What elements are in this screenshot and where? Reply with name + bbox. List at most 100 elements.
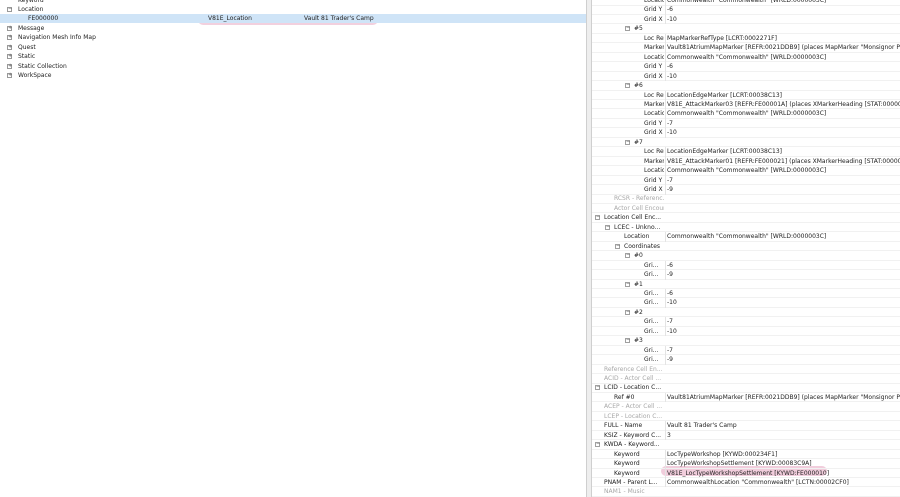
detail-row-value: MapMarkerRefType [LCRT:0002271F]: [665, 33, 777, 44]
expand-icon[interactable]: +: [7, 73, 12, 78]
detail-row[interactable]: LocationCommonwealth "Commonwealth" [WRL…: [592, 166, 900, 176]
expand-icon[interactable]: +: [7, 64, 12, 69]
tree-row[interactable]: + Static Collection: [0, 62, 586, 71]
tree-row[interactable]: FE000000 V81E_Location Vault 81 Trader's C…: [0, 14, 586, 23]
expand-icon[interactable]: +: [7, 54, 12, 59]
detail-row[interactable]: FULL - Name Vault 81 Trader's Camp: [592, 421, 900, 431]
detail-row[interactable]: Loc Ref Ty...MapMarkerRefType [LCRT:0002…: [592, 33, 900, 44]
detail-row[interactable]: − #3: [592, 336, 900, 346]
detail-row[interactable]: PNAM - Parent L... CommonwealthLocation "…: [592, 477, 900, 488]
detail-row[interactable]: Grid Y -7: [592, 175, 900, 186]
detail-row[interactable]: Marker V81E_AttackMarker01 [REFR:FE000021…: [592, 156, 900, 167]
detail-row-label: Grid Y: [644, 63, 663, 71]
detail-row[interactable]: − KWDA - Keyword...: [592, 440, 900, 450]
detail-row-label: Grid Y: [644, 6, 663, 14]
detail-row[interactable]: LocationCommonwealth "Commonwealth" [WRL…: [592, 232, 900, 242]
detail-row[interactable]: Loc Ref Ty...LocationEdgeMarker [LCRT:00…: [592, 90, 900, 100]
detail-row[interactable]: Grid Y -6: [592, 62, 900, 72]
collapse-icon[interactable]: −: [595, 215, 600, 221]
detail-row[interactable]: Gri... -10: [592, 326, 900, 337]
detail-row[interactable]: − LCID - Location C...: [592, 383, 900, 393]
detail-row-label: #5: [634, 25, 643, 33]
detail-row-value: -10: [665, 128, 677, 138]
tree-row[interactable]: + WorkSpace: [0, 71, 586, 80]
tree-row[interactable]: + Navigation Mesh Info Map: [0, 33, 586, 42]
detail-row[interactable]: Actor Cell Encoun...: [592, 204, 900, 214]
detail-row[interactable]: Keyword LocTypeWorkshopSettlement [KYWD:0…: [592, 459, 900, 469]
collapse-icon[interactable]: −: [625, 26, 630, 32]
detail-row[interactable]: Gri... -7: [592, 317, 900, 327]
tree-row[interactable]: − Location: [0, 5, 586, 14]
detail-row-label: Loc Ref Ty...: [644, 91, 664, 99]
detail-row[interactable]: RCSR - Referenc...: [592, 194, 900, 204]
detail-row[interactable]: − #7: [592, 138, 900, 148]
detail-row-label: Reference Cell En...: [604, 365, 663, 373]
detail-row[interactable]: − #5: [592, 24, 900, 34]
detail-row-label: Marker: [644, 157, 664, 165]
detail-row[interactable]: Marker V81E_AttackMarker03 [REFR:FE00001A…: [592, 99, 900, 110]
detail-row[interactable]: − #0: [592, 251, 900, 261]
detail-row-value: -7: [665, 118, 673, 129]
detail-row[interactable]: Gri... -6: [592, 260, 900, 271]
collapse-icon[interactable]: −: [595, 385, 600, 391]
detail-row[interactable]: ACEP - Actor Cell ...: [592, 402, 900, 412]
detail-row[interactable]: − Coordinates: [592, 242, 900, 252]
expand-icon[interactable]: +: [7, 26, 12, 31]
tree-row-label: Static: [18, 53, 36, 60]
detail-row[interactable]: Grid X -9: [592, 185, 900, 195]
detail-row[interactable]: Keyword V81E_LocTypeWorkshopSettlement [K…: [592, 468, 900, 478]
collapse-icon[interactable]: −: [595, 442, 600, 448]
expand-icon[interactable]: +: [7, 35, 12, 40]
detail-row[interactable]: LocationCommonwealth "Commonwealth" [WRL…: [592, 109, 900, 119]
detail-row[interactable]: Gri... -7: [592, 345, 900, 356]
collapse-icon[interactable]: −: [605, 224, 610, 230]
detail-row-label: Keyword: [614, 460, 640, 468]
collapse-icon[interactable]: −: [625, 281, 630, 287]
expand-icon[interactable]: +: [7, 45, 12, 50]
detail-row-value: Vault 81 Trader's Camp: [665, 421, 737, 431]
detail-row[interactable]: Grid X -10: [592, 14, 900, 25]
detail-row[interactable]: Grid X -10: [592, 128, 900, 138]
detail-row-label: #2: [634, 308, 643, 316]
collapse-icon[interactable]: −: [625, 253, 630, 259]
collapse-icon[interactable]: −: [625, 139, 630, 145]
detail-row[interactable]: Grid X -10: [592, 71, 900, 82]
detail-row[interactable]: Gri... -6: [592, 288, 900, 299]
detail-row[interactable]: Gri... -9: [592, 355, 900, 365]
detail-row-value: -7: [665, 317, 673, 327]
detail-row-value: -9: [665, 185, 673, 195]
detail-row[interactable]: Marker Vault81AtriumMapMarker [REFR:0021D…: [592, 43, 900, 53]
detail-row-value: V81E_LocTypeWorkshopSettlement [KYWD:FE0…: [665, 468, 830, 478]
detail-row[interactable]: − Location Cell Enc...: [592, 213, 900, 223]
detail-row[interactable]: Ref #0 Vault81AtriumMapMarker [REFR:0021D…: [592, 392, 900, 403]
detail-row-label: Gri...: [644, 261, 659, 269]
detail-row-value: -10: [665, 298, 677, 308]
detail-row[interactable]: KSIZ - Keyword C... 3: [592, 430, 900, 441]
detail-row[interactable]: Gri... -9: [592, 270, 900, 280]
tree-row[interactable]: + Message: [0, 24, 586, 33]
detail-row[interactable]: − LCEC - Unkno...: [592, 223, 900, 233]
collapse-icon[interactable]: −: [625, 338, 630, 344]
detail-row-value: -10: [665, 71, 677, 82]
detail-row[interactable]: NAM1 - Music: [592, 487, 900, 497]
collapse-icon[interactable]: −: [7, 7, 12, 12]
detail-row[interactable]: − #2: [592, 308, 900, 318]
detail-row[interactable]: Loc Ref Ty...LocationEdgeMarker [LCRT:00…: [592, 147, 900, 157]
detail-row[interactable]: ACID - Actor Cell ...: [592, 374, 900, 384]
detail-row[interactable]: Reference Cell En...: [592, 365, 900, 375]
detail-row[interactable]: Grid Y -6: [592, 5, 900, 15]
detail-row-label: Gri...: [644, 289, 659, 297]
collapse-icon[interactable]: −: [625, 309, 630, 315]
tree-row[interactable]: + Quest: [0, 43, 586, 52]
detail-row[interactable]: − #6: [592, 81, 900, 91]
detail-row[interactable]: Keyword LocTypeWorkshop [KYWD:000234F1]: [592, 449, 900, 460]
record-tree-panel: Keyword − Location FE000000 V81E_Location Vau…: [0, 0, 586, 497]
detail-row[interactable]: Grid Y -7: [592, 118, 900, 129]
detail-row[interactable]: LCEP - Location C...: [592, 412, 900, 422]
collapse-icon[interactable]: −: [615, 243, 620, 249]
detail-row[interactable]: Gri... -10: [592, 298, 900, 308]
detail-row[interactable]: LocationCommonwealth "Commonwealth" [WRL…: [592, 52, 900, 63]
detail-row[interactable]: − #1: [592, 280, 900, 289]
tree-row[interactable]: + Static: [0, 52, 586, 61]
collapse-icon[interactable]: −: [625, 83, 630, 89]
